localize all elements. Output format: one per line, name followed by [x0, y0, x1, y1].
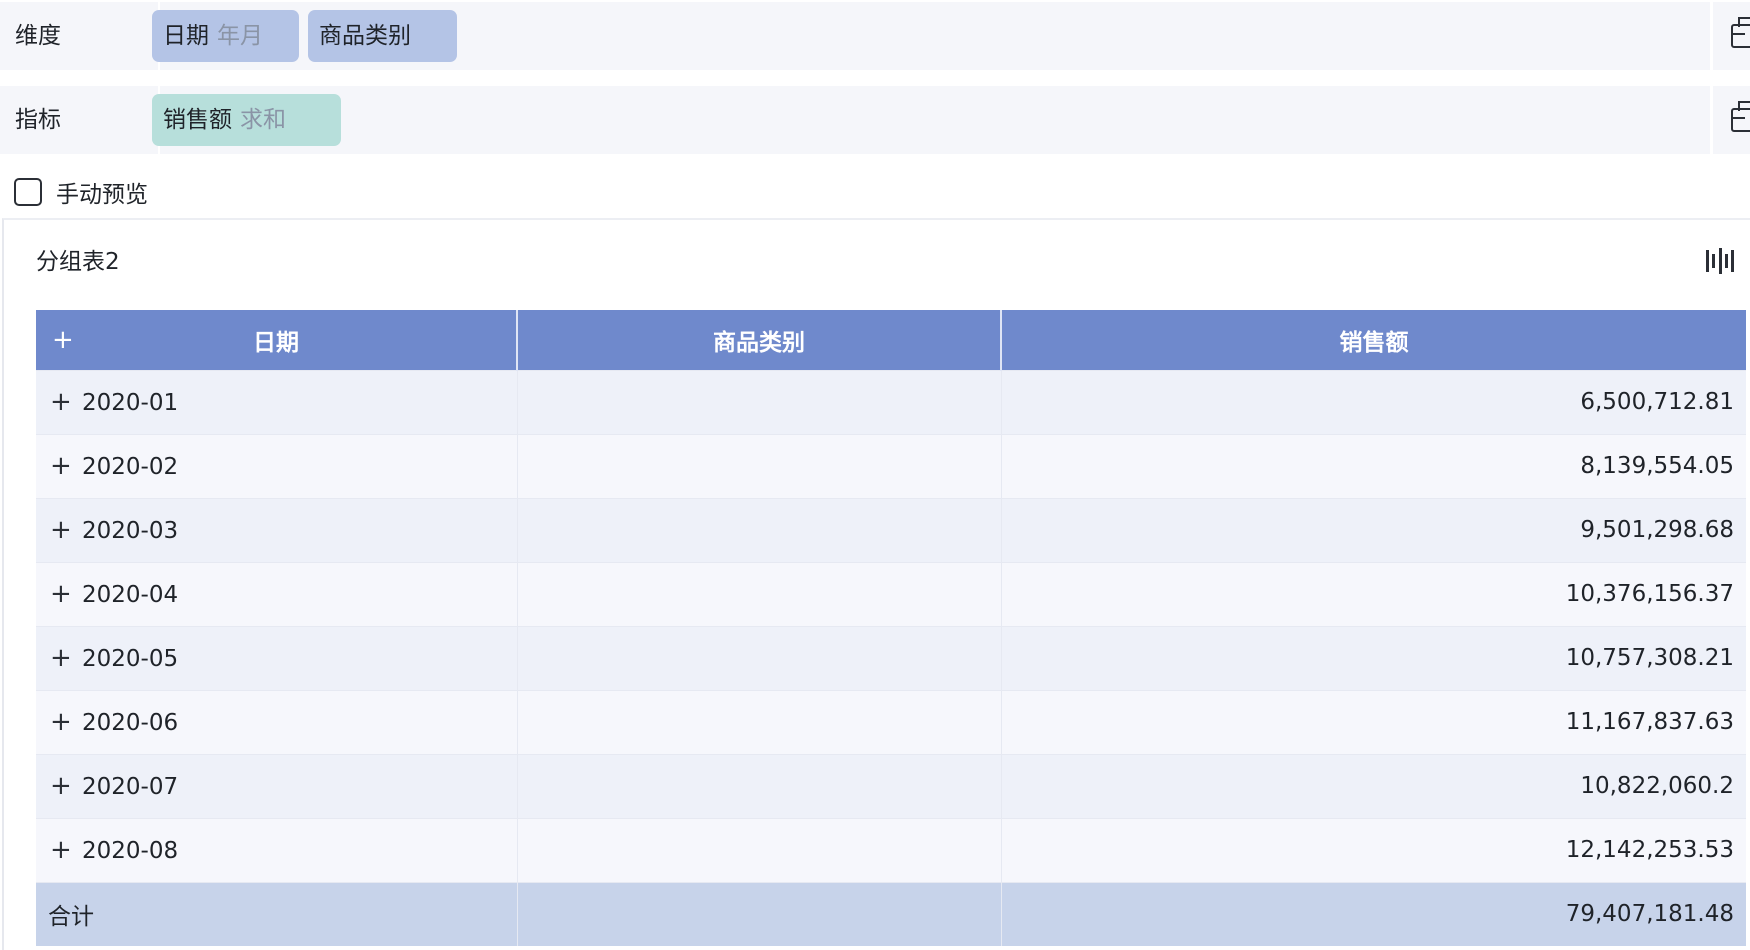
sales-cell: 8,139,554.05: [1000, 433, 1746, 498]
dimension-label: 维度: [0, 2, 158, 70]
dimension-pill-date-granularity: 年月: [217, 23, 263, 49]
metric-settings[interactable]: [1713, 86, 1750, 154]
date-value: 2020-08: [82, 838, 179, 864]
dimension-settings-icon[interactable]: [1731, 17, 1750, 48]
category-cell: [516, 433, 1001, 498]
header-sales[interactable]: 销售额: [1000, 310, 1746, 370]
date-value: 2020-07: [82, 774, 179, 800]
category-cell: [516, 689, 1001, 754]
sales-cell: 9,501,298.68: [1000, 497, 1746, 562]
category-cell: [516, 817, 1001, 882]
total-label: 合计: [36, 881, 517, 946]
expand-row-icon[interactable]: +: [50, 643, 74, 673]
category-cell: [516, 369, 1001, 434]
sales-cell: 6,500,712.81: [1000, 369, 1746, 434]
table-row: +2020-02 8,139,554.05: [36, 433, 1746, 498]
category-cell: [516, 625, 1001, 690]
dimension-pill-date[interactable]: 日期 年月: [152, 10, 299, 62]
expand-row-icon[interactable]: +: [50, 515, 74, 545]
sales-cell: 10,757,308.21: [1000, 625, 1746, 690]
date-value: 2020-04: [82, 582, 179, 608]
manual-preview-checkbox[interactable]: [14, 178, 42, 206]
date-cell: +2020-06: [36, 689, 517, 754]
chart-panel: 分组表2 + 日期 商品类别 销售额 + 2020-01 6,500,712.8…: [2, 218, 1750, 950]
expand-row-icon[interactable]: +: [50, 451, 74, 481]
table-header-row: + 日期 商品类别 销售额: [36, 310, 1746, 370]
column-settings-icon[interactable]: [1706, 248, 1734, 274]
date-cell: +2020-04: [36, 561, 517, 626]
dimension-pill-category-name: 商品类别: [319, 23, 411, 49]
category-cell: [516, 561, 1001, 626]
category-cell: [516, 753, 1001, 818]
expand-row-icon[interactable]: +: [50, 579, 74, 609]
sales-cell: 11,167,837.63: [1000, 689, 1746, 754]
date-value: 2020-01: [82, 390, 179, 416]
metric-row: 指标: [0, 86, 158, 154]
header-category[interactable]: 商品类别: [516, 310, 1001, 370]
manual-preview-label: 手动预览: [56, 182, 148, 208]
date-cell: +2020-03: [36, 497, 517, 562]
table-row: +2020-05 10,757,308.21: [36, 625, 1746, 690]
metric-settings-icon[interactable]: [1731, 101, 1750, 132]
table-row: +2020-07 10,822,060.2: [36, 753, 1746, 818]
table-row: +2020-06 11,167,837.63: [36, 689, 1746, 754]
table-row: +2020-01 6,500,712.81: [36, 369, 1746, 434]
header-date-label: 日期: [253, 329, 299, 356]
metric-label: 指标: [0, 86, 158, 154]
group-table: + 日期 商品类别 销售额 +2020-01 6,500,712.81 +2020-…: [36, 310, 1746, 946]
manual-preview[interactable]: 手动预览: [14, 175, 148, 209]
sales-cell: 12,142,253.53: [1000, 817, 1746, 882]
total-row: 合计 79,407,181.48: [36, 881, 1746, 946]
dimension-pill-category[interactable]: 商品类别: [308, 10, 457, 62]
date-value: 2020-05: [82, 646, 179, 672]
expand-row-icon[interactable]: +: [50, 707, 74, 737]
table-row: +2020-08 12,142,253.53: [36, 817, 1746, 882]
dimension-row: 维度: [0, 2, 158, 70]
metric-pill-sales-aggregation: 求和: [240, 107, 286, 133]
date-cell: +2020-07: [36, 753, 517, 818]
sales-cell: 10,376,156.37: [1000, 561, 1746, 626]
metric-pill-sales[interactable]: 销售额 求和: [152, 94, 341, 146]
metric-drop-zone[interactable]: 销售额 求和: [152, 86, 1710, 154]
header-date[interactable]: + 日期: [36, 310, 517, 370]
date-cell: +2020-01: [36, 369, 517, 434]
table-row: +2020-04 10,376,156.37: [36, 561, 1746, 626]
dimension-pill-date-name: 日期: [163, 23, 209, 49]
sales-cell: 10,822,060.2: [1000, 753, 1746, 818]
date-value: 2020-06: [82, 710, 179, 736]
expand-all-icon[interactable]: +: [52, 325, 74, 355]
date-value: 2020-02: [82, 454, 179, 480]
expand-row-icon[interactable]: +: [50, 387, 74, 417]
header-sales-label: 销售额: [1339, 329, 1409, 356]
expand-row-icon[interactable]: +: [50, 835, 74, 865]
date-cell: +2020-02: [36, 433, 517, 498]
total-category-cell: [516, 881, 1001, 946]
date-value: 2020-03: [82, 518, 179, 544]
category-cell: [516, 497, 1001, 562]
total-sales: 79,407,181.48: [1000, 881, 1746, 946]
table-row: +2020-03 9,501,298.68: [36, 497, 1746, 562]
dimension-settings[interactable]: [1713, 2, 1750, 70]
metric-pill-sales-name: 销售额: [163, 107, 232, 133]
panel-title: 分组表2: [36, 249, 120, 275]
expand-row-icon[interactable]: +: [50, 771, 74, 801]
header-category-label: 商品类别: [713, 329, 805, 356]
date-cell: +2020-08: [36, 817, 517, 882]
dimension-drop-zone[interactable]: 日期 年月 商品类别: [152, 2, 1710, 70]
date-cell: +2020-05: [36, 625, 517, 690]
